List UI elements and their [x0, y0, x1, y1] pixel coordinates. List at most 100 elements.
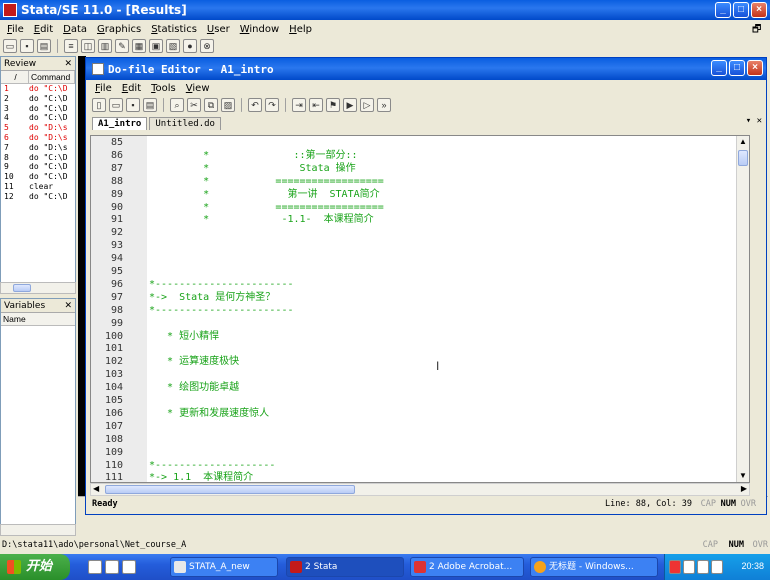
close-button[interactable]: ×	[751, 2, 767, 18]
editor-hscroll-thumb[interactable]	[105, 485, 355, 494]
task-acrobat[interactable]: 2 Adobe Acrobat...	[410, 557, 524, 577]
cut-icon[interactable]: ✂	[187, 98, 201, 112]
menu-file[interactable]: File	[2, 24, 29, 35]
do-file-editor-icon[interactable]: ✎	[115, 39, 129, 53]
save-icon[interactable]: ▪	[20, 39, 34, 53]
shift-left-icon[interactable]: ⇤	[309, 98, 323, 112]
code-line[interactable]: 102 * 运算速度极快	[91, 356, 749, 369]
ie-icon[interactable]	[105, 560, 119, 574]
run-icon[interactable]: ▷	[360, 98, 374, 112]
code-line[interactable]: 94	[91, 253, 749, 266]
code-line[interactable]: 108	[91, 434, 749, 447]
tray-app-icon[interactable]	[669, 560, 681, 574]
review-row[interactable]: 1 do "C:\D	[1, 84, 75, 94]
menu-window[interactable]: Window	[235, 24, 284, 35]
code-line[interactable]: 107	[91, 421, 749, 434]
editor-title-bar[interactable]: Do-file Editor - A1_intro _ □ ×	[86, 58, 766, 80]
scroll-down-icon[interactable]: ▼	[738, 471, 748, 481]
code-line[interactable]: 104 * 绘图功能卓越	[91, 382, 749, 395]
review-row[interactable]: 6 do "D:\s	[1, 133, 75, 143]
paste-icon[interactable]: ▨	[221, 98, 235, 112]
editor-hscrollbar[interactable]: ◀ ▶	[90, 483, 750, 496]
editor-vscroll-thumb[interactable]	[738, 150, 748, 166]
code-line[interactable]: 103	[91, 369, 749, 382]
menu-graphics[interactable]: Graphics	[92, 24, 146, 35]
variables-hscrollbar[interactable]	[0, 524, 76, 536]
review-close-icon[interactable]: ✕	[64, 59, 72, 69]
review-row[interactable]: 8 do "C:\D	[1, 153, 75, 163]
editor-maximize-button[interactable]: □	[729, 60, 745, 76]
review-row[interactable]: 3 do "C:\D	[1, 104, 75, 114]
code-line[interactable]: 105	[91, 395, 749, 408]
tab-a1-intro[interactable]: A1_intro	[92, 117, 148, 130]
code-line[interactable]: 97 *-> Stata 是何方神圣？	[91, 292, 749, 305]
find-icon[interactable]: ⌕	[170, 98, 184, 112]
code-line[interactable]: 92	[91, 227, 749, 240]
open-file-icon[interactable]: ▭	[109, 98, 123, 112]
task-stata-a-new[interactable]: STATA_A_new	[170, 557, 278, 577]
review-row[interactable]: 10 do "C:\D	[1, 172, 75, 182]
editor-vscrollbar[interactable]: ▲ ▼	[736, 136, 749, 482]
code-line[interactable]: 99	[91, 318, 749, 331]
code-line[interactable]: 88 * ==================	[91, 176, 749, 189]
break-icon[interactable]: ⊗	[200, 39, 214, 53]
log-icon[interactable]: ≡	[64, 39, 78, 53]
code-line[interactable]: 93	[91, 240, 749, 253]
code-line[interactable]: 100 * 短小精悍	[91, 331, 749, 344]
code-line[interactable]: 87 * Stata 操作	[91, 163, 749, 176]
menu-help[interactable]: Help	[284, 24, 317, 35]
save-file-icon[interactable]: ▪	[126, 98, 140, 112]
editor-minimize-button[interactable]: _	[711, 60, 727, 76]
variables-manager-icon[interactable]: ▧	[166, 39, 180, 53]
review-col-number[interactable]: /	[1, 71, 29, 83]
shift-right-icon[interactable]: ⇥	[292, 98, 306, 112]
print-file-icon[interactable]: ▤	[143, 98, 157, 112]
editor-close-button[interactable]: ×	[747, 60, 763, 76]
tab-untitled[interactable]: Untitled.do	[149, 117, 221, 130]
graph-icon[interactable]: ▥	[98, 39, 112, 53]
editor-menu-view[interactable]: View	[181, 83, 215, 94]
data-browser-icon[interactable]: ▣	[149, 39, 163, 53]
editor-menu-tools[interactable]: Tools	[146, 83, 181, 94]
review-row[interactable]: 12 do "C:\D	[1, 192, 75, 202]
code-line[interactable]: 106 * 更新和发展速度惊人	[91, 408, 749, 421]
code-line[interactable]: 85	[91, 137, 749, 150]
new-file-icon[interactable]: ▯	[92, 98, 106, 112]
bookmark-icon[interactable]: ⚑	[326, 98, 340, 112]
menu-data[interactable]: Data	[58, 24, 92, 35]
menu-statistics[interactable]: Statistics	[146, 24, 202, 35]
menu-edit[interactable]: Edit	[29, 24, 58, 35]
task-browser[interactable]: 无标题 - Windows...	[530, 557, 658, 577]
tray-ime-icon[interactable]	[711, 560, 723, 574]
code-line[interactable]: 111 *-> 1.1 本课程简介	[91, 472, 749, 482]
variables-close-icon[interactable]: ✕	[64, 301, 72, 311]
review-col-command[interactable]: Command	[29, 71, 75, 83]
code-editor[interactable]: 85 86 * ::第一部分:: 87 * Stata 操作 88 * =======…	[90, 135, 750, 483]
code-line[interactable]: 109	[91, 447, 749, 460]
copy-icon[interactable]: ⧉	[204, 98, 218, 112]
code-line[interactable]: 90 * ==================	[91, 202, 749, 215]
scroll-up-icon[interactable]: ▲	[738, 137, 748, 147]
start-button[interactable]: 开始	[0, 554, 70, 580]
restore-child-icon[interactable]: 🗗	[752, 22, 761, 39]
review-row[interactable]: 9 do "C:\D	[1, 162, 75, 172]
review-row[interactable]: 4 do "C:\D	[1, 113, 75, 123]
code-line[interactable]: 89 * 第一讲 STATA简介	[91, 189, 749, 202]
editor-menu-file[interactable]: File	[90, 83, 117, 94]
task-stata[interactable]: 2 Stata	[286, 557, 404, 577]
do-icon[interactable]: »	[377, 98, 391, 112]
tray-network-icon[interactable]	[683, 560, 695, 574]
code-line[interactable]: 96 *-----------------------	[91, 279, 749, 292]
review-hscrollbar[interactable]	[0, 282, 76, 294]
clear-more-icon[interactable]: ●	[183, 39, 197, 53]
review-row[interactable]: 5 do "D:\s	[1, 123, 75, 133]
editor-menu-edit[interactable]: Edit	[117, 83, 146, 94]
code-line[interactable]: 95	[91, 266, 749, 279]
main-title-bar[interactable]: Stata/SE 11.0 - [Results] _ □ ×	[0, 0, 770, 20]
tray-volume-icon[interactable]	[697, 560, 709, 574]
code-line[interactable]: 91 * -1.1- 本课程简介	[91, 214, 749, 227]
media-icon[interactable]	[122, 560, 136, 574]
code-line[interactable]: 101	[91, 343, 749, 356]
review-row[interactable]: 2 do "C:\D	[1, 94, 75, 104]
desktop-icon[interactable]	[88, 560, 102, 574]
